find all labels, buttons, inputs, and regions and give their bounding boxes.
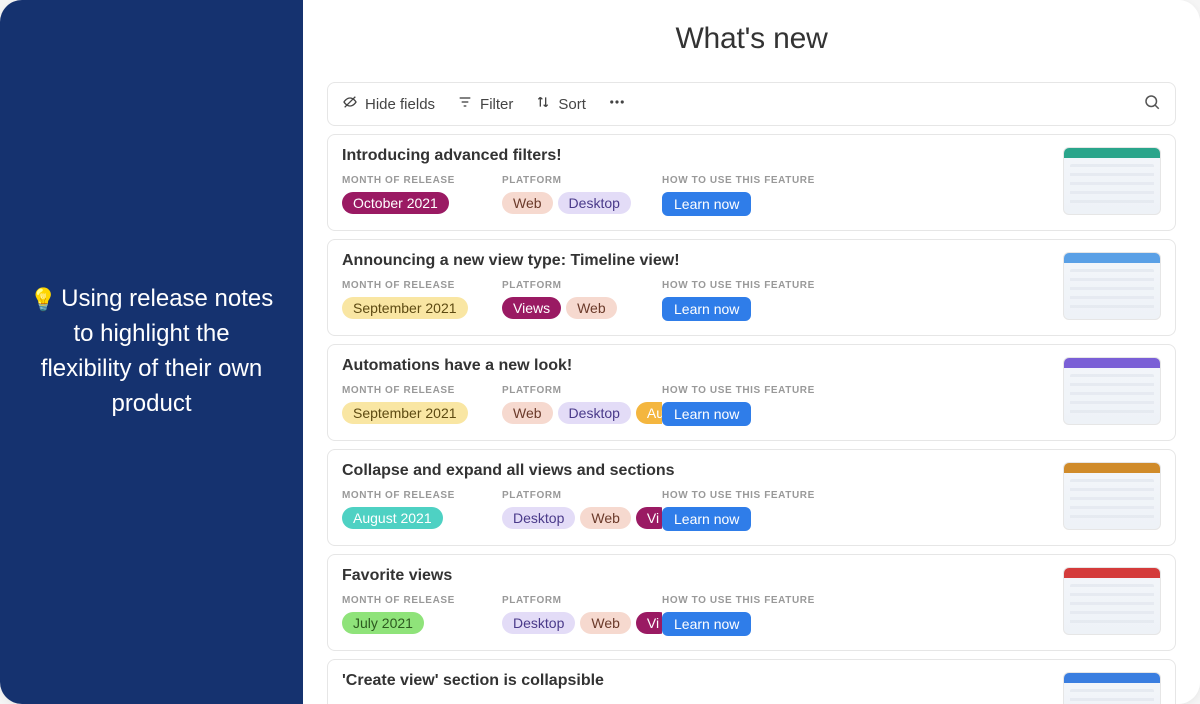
more-options-button[interactable] [608, 93, 626, 115]
annotation-text: Using release notes to highlight the fle… [41, 285, 273, 416]
platform-pill: Web [502, 402, 553, 424]
learn-now-button[interactable]: Learn now [662, 507, 751, 531]
platform-pill: Web [566, 297, 617, 319]
platform-pill: Web [580, 612, 631, 634]
month-pill: August 2021 [342, 507, 443, 529]
release-card[interactable]: Favorite views MONTH OF RELEASE July 2021 P… [327, 554, 1176, 651]
month-label: MONTH OF RELEASE [342, 385, 502, 396]
platform-pill: Web [502, 192, 553, 214]
annotation-sidebar: 💡Using release notes to highlight the fl… [0, 0, 303, 704]
dots-horizontal-icon [608, 93, 626, 115]
filter-label: Filter [480, 96, 513, 113]
month-pill: October 2021 [342, 192, 449, 214]
filter-icon [457, 94, 473, 114]
lightbulb-icon: 💡 [30, 287, 57, 312]
hide-fields-button[interactable]: Hide fields [342, 94, 435, 114]
release-card[interactable]: 'Create view' section is collapsible [327, 659, 1176, 704]
month-pill: July 2021 [342, 612, 424, 634]
learn-now-button[interactable]: Learn now [662, 402, 751, 426]
platform-label: PLATFORM [502, 595, 662, 606]
sort-icon [535, 94, 551, 114]
platform-label: PLATFORM [502, 175, 662, 186]
month-label: MONTH OF RELEASE [342, 280, 502, 291]
platform-pill: Au [636, 402, 662, 424]
sort-label: Sort [558, 96, 586, 113]
filter-button[interactable]: Filter [457, 94, 513, 114]
howto-label: HOW TO USE THIS FEATURE [662, 490, 842, 501]
release-thumbnail [1063, 147, 1161, 215]
platform-pill: Desktop [502, 612, 575, 634]
month-label: MONTH OF RELEASE [342, 490, 502, 501]
release-title: Announcing a new view type: Timeline vie… [342, 252, 1051, 270]
search-button[interactable] [1143, 93, 1161, 115]
howto-label: HOW TO USE THIS FEATURE [662, 595, 842, 606]
hide-fields-label: Hide fields [365, 96, 435, 113]
annotation-callout: 💡Using release notes to highlight the fl… [28, 282, 275, 421]
platform-pill: Web [580, 507, 631, 529]
release-title: Collapse and expand all views and sectio… [342, 462, 1051, 480]
release-cards-list: Introducing advanced filters! MONTH OF RE… [303, 134, 1200, 704]
learn-now-button[interactable]: Learn now [662, 297, 751, 321]
platform-label: PLATFORM [502, 490, 662, 501]
view-toolbar: Hide fields Filter Sort [327, 82, 1176, 126]
release-thumbnail [1063, 357, 1161, 425]
release-card[interactable]: Introducing advanced filters! MONTH OF RE… [327, 134, 1176, 231]
release-thumbnail [1063, 672, 1161, 704]
month-pill: September 2021 [342, 297, 468, 319]
sort-button[interactable]: Sort [535, 94, 586, 114]
release-thumbnail [1063, 462, 1161, 530]
release-thumbnail [1063, 567, 1161, 635]
month-pill: September 2021 [342, 402, 468, 424]
release-card[interactable]: Collapse and expand all views and sectio… [327, 449, 1176, 546]
release-title: Favorite views [342, 567, 1051, 585]
platform-pill: Views [502, 297, 561, 319]
platform-pill: Vi [636, 507, 662, 529]
search-icon [1143, 93, 1161, 115]
eye-off-icon [342, 94, 358, 114]
platform-pill: Desktop [502, 507, 575, 529]
release-card[interactable]: Automations have a new look! MONTH OF REL… [327, 344, 1176, 441]
howto-label: HOW TO USE THIS FEATURE [662, 175, 842, 186]
platform-label: PLATFORM [502, 385, 662, 396]
month-label: MONTH OF RELEASE [342, 175, 502, 186]
platform-pill: Desktop [558, 192, 631, 214]
howto-label: HOW TO USE THIS FEATURE [662, 385, 842, 396]
release-title: Automations have a new look! [342, 357, 1051, 375]
learn-now-button[interactable]: Learn now [662, 192, 751, 216]
release-thumbnail [1063, 252, 1161, 320]
platform-label: PLATFORM [502, 280, 662, 291]
page-title: What's new [303, 0, 1200, 82]
platform-pill: Vi [636, 612, 662, 634]
learn-now-button[interactable]: Learn now [662, 612, 751, 636]
main-panel: What's new Hide fields Filter Sort [303, 0, 1200, 704]
release-card[interactable]: Announcing a new view type: Timeline vie… [327, 239, 1176, 336]
release-title: 'Create view' section is collapsible [342, 672, 1051, 690]
release-title: Introducing advanced filters! [342, 147, 1051, 165]
month-label: MONTH OF RELEASE [342, 595, 502, 606]
platform-pill: Desktop [558, 402, 631, 424]
howto-label: HOW TO USE THIS FEATURE [662, 280, 842, 291]
